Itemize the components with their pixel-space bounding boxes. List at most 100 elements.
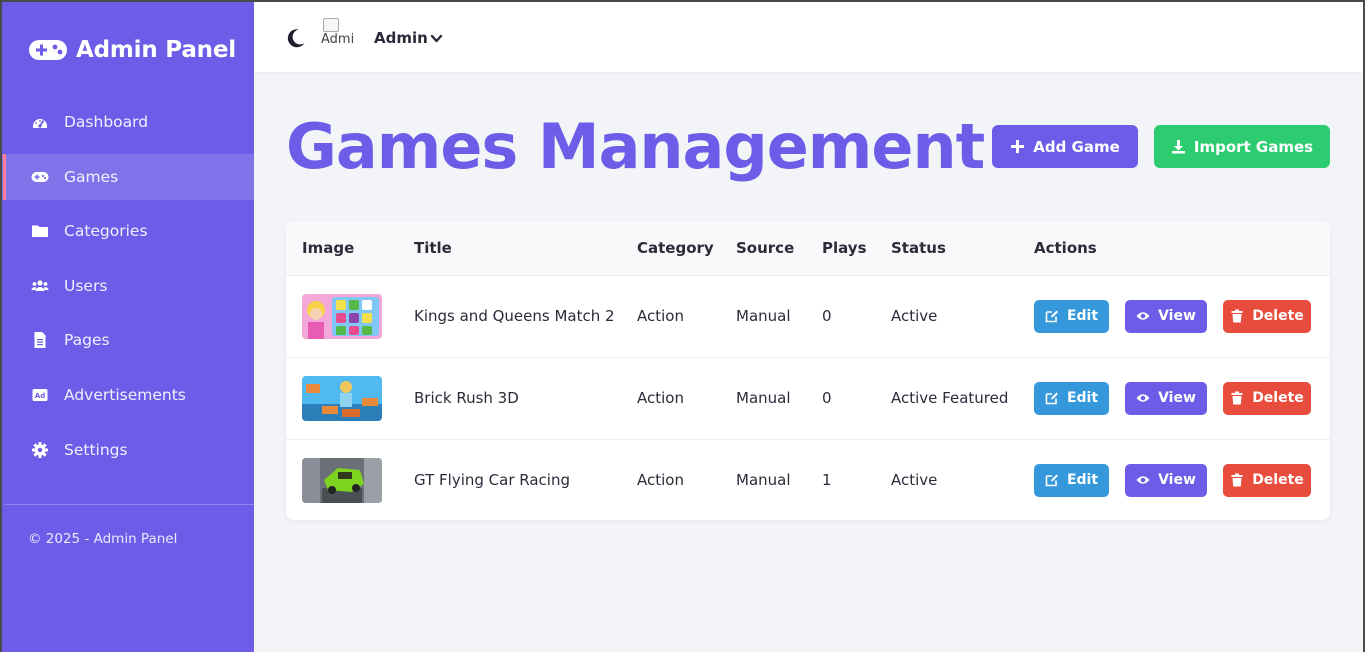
sidebar-nav: Dashboard Games Categories Users Pages A… bbox=[0, 99, 254, 481]
cell-image bbox=[286, 275, 398, 357]
edit-button[interactable]: Edit bbox=[1034, 463, 1109, 497]
trash-icon bbox=[1231, 391, 1243, 405]
delete-button[interactable]: Delete bbox=[1223, 299, 1311, 333]
eye-icon bbox=[1136, 476, 1150, 484]
edit-button[interactable]: Edit bbox=[1034, 381, 1109, 415]
brand-title: Admin Panel bbox=[76, 37, 236, 63]
sidebar-item-users[interactable]: Users bbox=[0, 263, 254, 309]
game-thumbnail[interactable] bbox=[302, 375, 382, 421]
view-button[interactable]: View bbox=[1125, 299, 1207, 333]
sidebar-item-label: Pages bbox=[64, 331, 110, 350]
chevron-down-icon bbox=[430, 34, 442, 42]
sidebar-item-dashboard[interactable]: Dashboard bbox=[0, 99, 254, 145]
table-row: GT Flying Car Racing Action Manual 1 Act… bbox=[286, 439, 1330, 520]
trash-icon bbox=[1231, 473, 1243, 487]
svg-text:Ad: Ad bbox=[35, 392, 45, 400]
avatar-alt-text: Admi bbox=[321, 32, 355, 47]
cell-title: GT Flying Car Racing bbox=[414, 471, 570, 490]
avatar[interactable]: Admi bbox=[321, 18, 359, 54]
gear-icon bbox=[31, 441, 49, 459]
view-label: View bbox=[1158, 308, 1196, 324]
user-menu[interactable]: Admin bbox=[374, 29, 443, 47]
gamepad-icon bbox=[31, 168, 49, 186]
delete-button[interactable]: Delete bbox=[1223, 381, 1311, 415]
cell-status: Active bbox=[891, 471, 938, 490]
gamepad-icon bbox=[29, 40, 67, 60]
column-header-title: Title bbox=[414, 238, 452, 257]
sidebar-footer: © 2025 - Admin Panel bbox=[28, 531, 178, 547]
cell-plays: 0 bbox=[822, 307, 832, 325]
delete-label: Delete bbox=[1252, 308, 1304, 324]
edit-icon bbox=[1045, 392, 1058, 405]
view-label: View bbox=[1158, 390, 1196, 406]
cell-plays: 0 bbox=[822, 389, 832, 407]
sidebar-divider bbox=[4, 504, 254, 505]
cell-category: Action bbox=[637, 389, 684, 407]
cell-image bbox=[286, 357, 398, 439]
games-table: Image Title Category Source Plays Status… bbox=[286, 221, 1330, 520]
cell-actions: Edit View Delete bbox=[1018, 357, 1330, 439]
file-icon bbox=[31, 331, 49, 349]
sidebar-item-pages[interactable]: Pages bbox=[0, 317, 254, 363]
sidebar-item-label: Games bbox=[64, 167, 119, 186]
table-row: Brick Rush 3D Action Manual 0 Active Fea… bbox=[286, 357, 1330, 439]
broken-image-icon bbox=[323, 18, 339, 32]
user-name: Admin bbox=[374, 29, 428, 47]
edit-icon bbox=[1045, 474, 1058, 487]
sidebar: Admin Panel Dashboard Games Categories U… bbox=[0, 0, 254, 652]
cell-status: Active bbox=[891, 307, 938, 325]
cell-actions: Edit View Delete bbox=[1018, 439, 1330, 520]
sidebar-item-settings[interactable]: Settings bbox=[0, 427, 254, 473]
cell-status: Active Featured bbox=[891, 389, 1009, 407]
delete-label: Delete bbox=[1252, 390, 1304, 406]
cell-category: Action bbox=[637, 307, 684, 325]
sidebar-item-label: Categories bbox=[64, 222, 148, 241]
users-icon bbox=[31, 277, 49, 295]
plus-icon bbox=[1011, 140, 1025, 153]
dashboard-icon bbox=[31, 113, 49, 131]
cell-plays: 1 bbox=[822, 471, 832, 490]
brand[interactable]: Admin Panel bbox=[28, 36, 236, 64]
view-label: View bbox=[1158, 472, 1196, 489]
column-header-actions: Actions bbox=[1034, 238, 1097, 257]
delete-button[interactable]: Delete bbox=[1223, 463, 1311, 497]
import-games-label: Import Games bbox=[1193, 137, 1314, 156]
column-header-status: Status bbox=[891, 238, 946, 257]
game-thumbnail[interactable] bbox=[302, 293, 382, 339]
delete-label: Delete bbox=[1252, 472, 1304, 489]
sidebar-item-categories[interactable]: Categories bbox=[0, 208, 254, 254]
column-header-image: Image bbox=[302, 238, 355, 257]
column-header-source: Source bbox=[736, 238, 795, 257]
moon-icon[interactable] bbox=[285, 27, 307, 49]
import-games-button[interactable]: Import Games bbox=[1154, 125, 1330, 168]
folder-icon bbox=[31, 222, 49, 240]
cell-actions: Edit View Delete bbox=[1018, 275, 1330, 357]
cell-source: Manual bbox=[736, 389, 791, 407]
table-row: Kings and Queens Match 2 Action Manual 0… bbox=[286, 275, 1330, 357]
eye-icon bbox=[1136, 312, 1150, 320]
cell-title: Kings and Queens Match 2 bbox=[414, 307, 615, 325]
sidebar-item-games[interactable]: Games bbox=[0, 153, 254, 200]
ad-icon: Ad bbox=[31, 386, 49, 404]
page-title: Games Management bbox=[286, 110, 985, 183]
download-icon bbox=[1171, 140, 1185, 154]
column-header-plays: Plays bbox=[822, 238, 867, 257]
add-game-label: Add Game bbox=[1033, 137, 1120, 156]
sidebar-item-label: Advertisements bbox=[64, 385, 186, 404]
cell-source: Manual bbox=[736, 307, 791, 325]
column-header-category: Category bbox=[637, 238, 714, 257]
sidebar-item-advertisements[interactable]: Ad Advertisements bbox=[0, 372, 254, 418]
add-game-button[interactable]: Add Game bbox=[992, 125, 1138, 168]
game-thumbnail[interactable] bbox=[302, 457, 382, 503]
table-header-row: Image Title Category Source Plays Status… bbox=[286, 221, 1330, 275]
sidebar-item-label: Users bbox=[64, 276, 108, 295]
cell-image bbox=[286, 439, 398, 520]
edit-button[interactable]: Edit bbox=[1034, 299, 1109, 333]
cell-source: Manual bbox=[736, 471, 791, 490]
edit-icon bbox=[1045, 310, 1058, 323]
view-button[interactable]: View bbox=[1125, 381, 1207, 415]
edit-label: Edit bbox=[1066, 308, 1099, 324]
cell-title: Brick Rush 3D bbox=[414, 389, 519, 407]
view-button[interactable]: View bbox=[1125, 463, 1207, 497]
edit-label: Edit bbox=[1066, 472, 1099, 489]
